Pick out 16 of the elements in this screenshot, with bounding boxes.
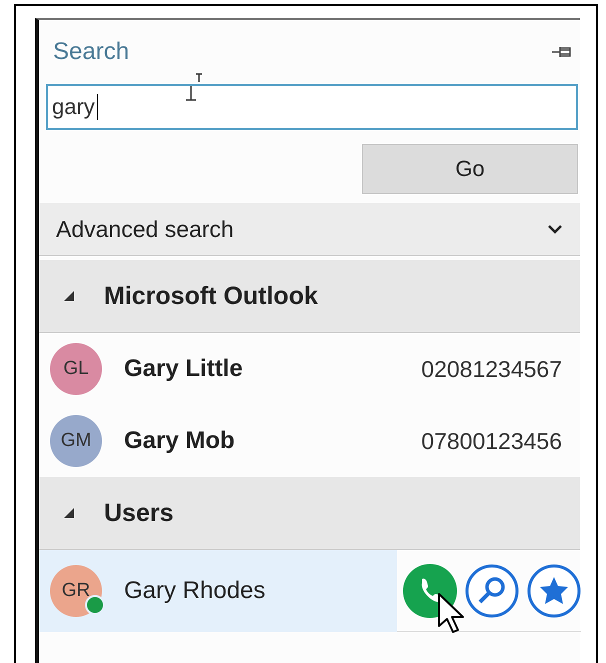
contact-name[interactable]: Gary Little (124, 355, 243, 383)
avatar-initials: GL (63, 358, 89, 380)
contact-name[interactable]: Gary Mob (124, 427, 235, 455)
contact-name[interactable]: Gary Rhodes (124, 577, 266, 605)
group-header[interactable]: Users (39, 477, 580, 550)
avatar-initials: GR (62, 580, 90, 602)
pointer-icon (437, 592, 467, 634)
go-button[interactable]: Go (362, 144, 578, 194)
search-icon[interactable] (465, 564, 519, 618)
phone-number: 02081234567 (421, 356, 562, 382)
pin-icon[interactable] (552, 46, 572, 58)
advanced-search-toggle[interactable]: Advanced search (39, 203, 580, 256)
panel-title: Search (53, 38, 130, 66)
phone-number: 07800123456 (421, 428, 562, 454)
group-header[interactable]: Microsoft Outlook (39, 260, 580, 333)
avatar-initials: GM (60, 430, 92, 452)
